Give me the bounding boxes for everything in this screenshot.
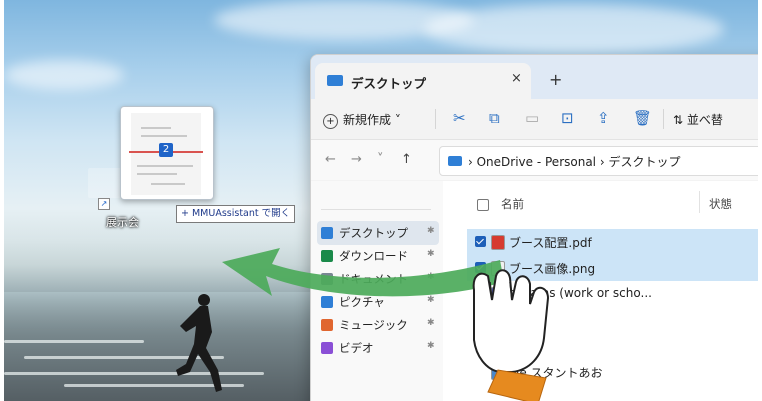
- command-bar: + 新規作成 ˅ ✂ ⧉ ▭ ⊡ ⇪ 🗑︎ ⇅ 並べ替: [311, 99, 758, 140]
- close-tab-button[interactable]: ×: [511, 71, 522, 86]
- column-header-name[interactable]: 名前: [501, 196, 524, 212]
- sort-button[interactable]: ⇅ 並べ替: [673, 111, 723, 128]
- recent-locations-button[interactable]: ˅: [377, 152, 384, 167]
- sidebar-item-label: ドキュメント: [339, 272, 408, 286]
- chevron-down-icon: ˅: [394, 113, 401, 127]
- cloud: [424, 4, 724, 54]
- sidebar-item[interactable]: ダウンロード ✱: [317, 244, 439, 268]
- drag-preview: 2: [120, 106, 214, 200]
- cut-icon[interactable]: ✂: [453, 109, 466, 127]
- text-line: [137, 165, 193, 167]
- desktop-screen: ↗ 展示会 デスクトップ × + + 新規作成 ˅ ✂ ⧉ ▭ ⊡ ⇪ 🗑︎ ⇅ …: [4, 0, 758, 401]
- file-icon: [491, 235, 505, 250]
- sidebar-item-label: ピクチャ: [339, 295, 385, 309]
- column-divider[interactable]: [699, 191, 700, 213]
- share-icon[interactable]: ⇪: [597, 109, 610, 127]
- file-list: 名前 状態 ブース配置.pdf ブース画像.png t Teams (work or…: [451, 181, 758, 401]
- shortcut-arrow-icon: ↗: [98, 198, 110, 210]
- wave: [4, 340, 144, 343]
- file-row[interactable]: [467, 307, 758, 333]
- pin-icon: ✱: [427, 272, 435, 282]
- file-icon: [491, 313, 505, 328]
- pin-icon: ✱: [427, 295, 435, 305]
- pin-icon: ✱: [427, 318, 435, 328]
- file-name: ブース配置.pdf: [509, 236, 592, 250]
- sidebar-item[interactable]: ピクチャ ✱: [317, 290, 439, 314]
- folder-icon: [321, 273, 333, 285]
- new-tab-button[interactable]: +: [549, 70, 562, 89]
- tab-title: デスクトップ: [351, 76, 427, 91]
- new-label: 新規作成: [343, 113, 392, 127]
- column-header-status[interactable]: 状態: [709, 196, 732, 212]
- sidebar-item-label: デスクトップ: [339, 226, 408, 240]
- paste-icon[interactable]: ▭: [525, 109, 539, 127]
- pin-icon: ✱: [427, 341, 435, 351]
- file-icon: [491, 287, 505, 302]
- up-button[interactable]: ↑: [401, 152, 412, 167]
- navigation-pane: デスクトップ ✱ ダウンロード ✱ ドキュメント ✱ ピクチャ ✱ ミュージック ✱ ビデオ ✱: [311, 181, 443, 401]
- drag-tooltip: + MMUAssistant で開く: [176, 205, 296, 223]
- address-path: › OneDrive - Personal › デスクトップ: [468, 155, 681, 169]
- file-row[interactable]: Edge: [467, 333, 758, 359]
- divider: [435, 109, 436, 129]
- tab-bar: デスクトップ × +: [311, 55, 758, 99]
- sidebar-item[interactable]: デスクトップ ✱: [317, 221, 439, 245]
- address-bar[interactable]: › OneDrive - Personal › デスクトップ: [439, 146, 758, 176]
- file-icon: [491, 365, 505, 380]
- cloud: [4, 60, 124, 90]
- folder-icon: [327, 75, 343, 86]
- file-name: ブース画像.png: [509, 262, 596, 276]
- back-button[interactable]: ←: [325, 152, 336, 167]
- tab-desktop[interactable]: デスクトップ ×: [315, 63, 531, 99]
- file-icon: [491, 339, 505, 354]
- runner-silhouette: [176, 294, 222, 392]
- sidebar-item[interactable]: ミュージック ✱: [317, 313, 439, 337]
- address-row: ← → ˅ ↑ › OneDrive - Personal › デスクトップ: [311, 140, 758, 180]
- delete-icon[interactable]: 🗑︎: [633, 109, 652, 127]
- pin-icon: ✱: [427, 226, 435, 236]
- file-row[interactable]: ブース画像.png: [467, 255, 758, 281]
- text-line: [141, 135, 187, 137]
- folder-icon: [321, 296, 333, 308]
- file-name: Edge: [509, 338, 540, 352]
- file-row[interactable]: ブース配置.pdf: [467, 229, 758, 255]
- forward-button[interactable]: →: [351, 152, 362, 167]
- rename-icon[interactable]: ⊡: [561, 109, 574, 127]
- row-checkbox[interactable]: [475, 236, 486, 247]
- content-area: デスクトップ ✱ ダウンロード ✱ ドキュメント ✱ ピクチャ ✱ ミュージック ✱ ビデオ ✱ 名前…: [311, 181, 758, 401]
- divider: [663, 109, 664, 129]
- file-explorer-window: デスクトップ × + + 新規作成 ˅ ✂ ⧉ ▭ ⊡ ⇪ 🗑︎ ⇅ 並べ替 ← …: [310, 54, 758, 401]
- file-row[interactable]: t Teams (work or scho...: [467, 281, 758, 307]
- folder-icon: [321, 319, 333, 331]
- text-line: [151, 183, 185, 185]
- select-all-checkbox[interactable]: [477, 199, 489, 211]
- sidebar-item-label: ダウンロード: [339, 249, 408, 263]
- folder-icon: [321, 227, 333, 239]
- pin-icon: ✱: [427, 249, 435, 259]
- divider: [321, 209, 431, 210]
- file-name: t Teams (work or scho...: [509, 286, 652, 300]
- sidebar-item-label: ビデオ: [339, 341, 374, 355]
- text-line: [137, 173, 177, 175]
- drag-count-badge: 2: [159, 143, 173, 157]
- folder-icon: [448, 156, 462, 166]
- sidebar-item[interactable]: ドキュメント ✱: [317, 267, 439, 291]
- sidebar-item-label: ミュージック: [339, 318, 408, 332]
- copy-icon[interactable]: ⧉: [489, 109, 500, 127]
- file-icon: [491, 261, 505, 276]
- new-button[interactable]: + 新規作成 ˅: [323, 111, 401, 129]
- folder-icon: [321, 250, 333, 262]
- sidebar-item[interactable]: ビデオ ✱: [317, 336, 439, 360]
- row-checkbox[interactable]: [475, 262, 486, 273]
- file-row[interactable]: Me スタントあお: [467, 359, 758, 385]
- file-name: Me スタントあお: [509, 366, 603, 380]
- plus-icon: +: [323, 114, 338, 129]
- text-line: [141, 127, 171, 129]
- folder-icon: [321, 342, 333, 354]
- desktop-icon-label[interactable]: 展示会: [106, 214, 139, 230]
